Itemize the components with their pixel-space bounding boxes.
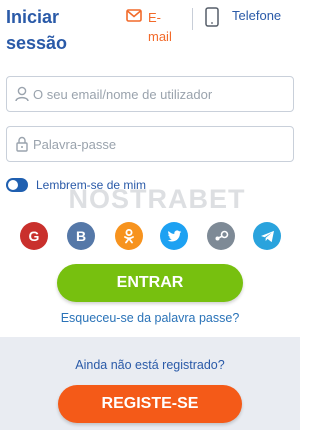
steam-icon[interactable]	[207, 222, 235, 250]
username-input[interactable]	[33, 77, 288, 111]
user-icon	[15, 86, 29, 107]
username-field[interactable]	[6, 76, 294, 112]
social-login-row: G B	[20, 222, 282, 250]
envelope-icon	[126, 9, 142, 27]
login-header: Iniciar sessão E-mail Telefone	[0, 0, 300, 60]
tab-email-label: E-mail	[148, 10, 172, 44]
page-title: Iniciar sessão	[6, 7, 68, 53]
odnoklassniki-icon[interactable]	[115, 222, 143, 250]
register-section: Ainda não está registrado? REGISTE-SE	[0, 337, 300, 430]
remember-label: Lembrem-se de mim	[36, 178, 147, 192]
telegram-icon[interactable]	[253, 222, 281, 250]
tab-phone[interactable]: Telefone	[200, 6, 296, 30]
tab-phone-label: Telefone	[232, 8, 282, 23]
password-field[interactable]	[6, 126, 294, 162]
lock-icon	[15, 136, 29, 157]
toggle-knob	[8, 180, 18, 190]
forgot-password-link[interactable]: Esqueceu-se da palavra passe?	[0, 311, 300, 325]
vk-icon[interactable]: B	[67, 222, 95, 250]
remember-me: Lembrem-se de mim	[6, 177, 186, 195]
google-icon[interactable]: G	[20, 222, 48, 250]
phone-icon	[204, 6, 220, 33]
tab-divider	[192, 8, 193, 30]
not-registered-text: Ainda não está registrado?	[75, 358, 225, 372]
login-button[interactable]: ENTRAR	[57, 264, 243, 302]
remember-toggle[interactable]	[6, 178, 28, 192]
register-button[interactable]: REGISTE-SE	[58, 385, 242, 423]
twitter-icon[interactable]	[160, 222, 188, 250]
password-input[interactable]	[33, 127, 288, 161]
tab-email[interactable]: E-mail	[124, 6, 186, 48]
